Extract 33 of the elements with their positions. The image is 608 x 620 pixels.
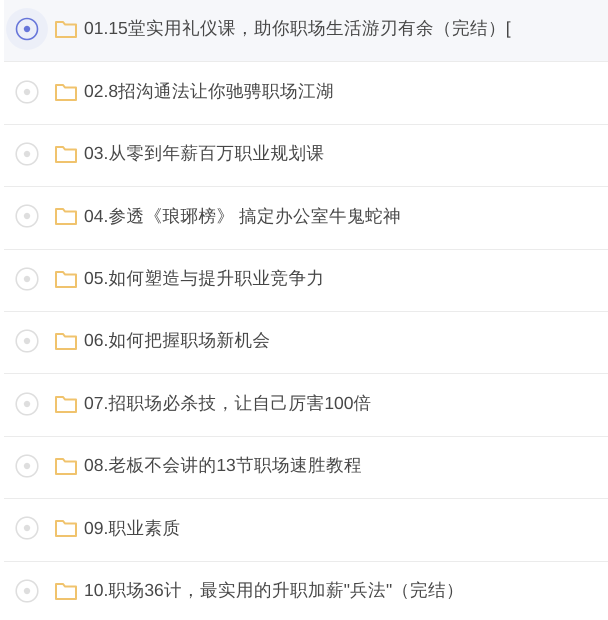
folder-title: 04.参透《琅琊榜》 搞定办公室牛鬼蛇神 <box>84 208 402 226</box>
folder-title: 10.职场36计，最实用的升职加薪"兵法"（完结） <box>84 582 464 600</box>
radio-icon[interactable] <box>15 392 39 416</box>
folder-title: 09.职业素质 <box>84 520 180 538</box>
folder-icon <box>55 20 77 38</box>
list-row[interactable]: 01.15堂实用礼仪课，助你职场生活游刃有余（完结）[ <box>4 0 608 62</box>
folder-title: 01.15堂实用礼仪课，助你职场生活游刃有余（完结）[ <box>84 20 511 38</box>
radio-icon[interactable] <box>15 80 39 104</box>
folder-icon <box>55 394 77 413</box>
folder-title: 02.8招沟通法让你驰骋职场江湖 <box>84 82 334 100</box>
folder-title: 06.如何把握职场新机会 <box>84 332 270 350</box>
folder-title: 08.老板不会讲的13节职场速胜教程 <box>84 457 362 475</box>
radio-icon[interactable] <box>15 266 39 291</box>
folder-icon <box>55 332 77 350</box>
folder-icon <box>55 270 77 288</box>
folder-title: 07.招职场必杀技，让自己厉害100倍 <box>84 394 372 412</box>
list-row[interactable]: 05.如何塑造与提升职业竞争力 <box>4 250 608 312</box>
list-row[interactable]: 08.老板不会讲的13节职场速胜教程 <box>4 436 608 500</box>
folder-icon <box>55 144 77 163</box>
folder-icon <box>55 82 77 101</box>
radio-icon[interactable] <box>15 516 39 540</box>
folder-icon <box>55 207 77 226</box>
radio-icon[interactable] <box>15 329 39 354</box>
folder-title: 03.从零到年薪百万职业规划课 <box>84 145 324 163</box>
radio-icon[interactable] <box>6 8 48 50</box>
folder-icon <box>55 456 77 475</box>
radio-icon[interactable] <box>15 578 39 603</box>
folder-icon <box>55 519 77 538</box>
radio-icon[interactable] <box>15 204 39 228</box>
radio-icon[interactable] <box>15 454 39 478</box>
folder-icon <box>55 582 77 600</box>
radio-icon[interactable] <box>15 142 39 166</box>
folder-title: 05.如何塑造与提升职业竞争力 <box>84 270 324 288</box>
